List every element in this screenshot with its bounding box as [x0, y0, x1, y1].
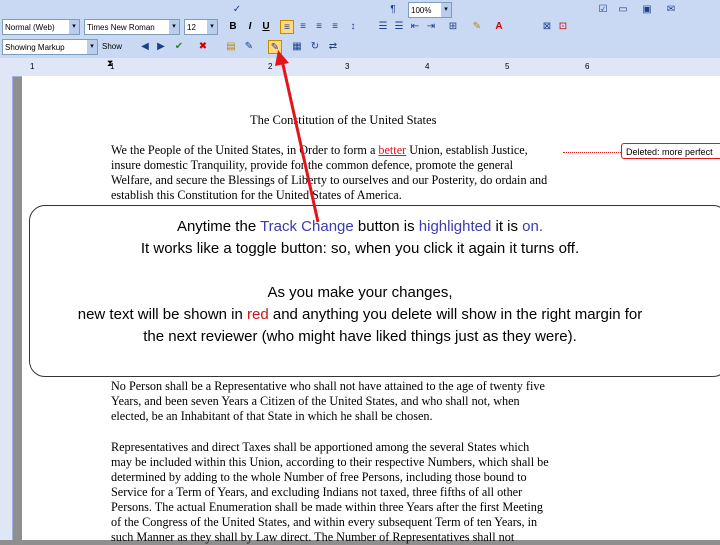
- size-combo[interactable]: 12 ▾: [184, 19, 218, 35]
- font-combo[interactable]: Times New Roman ▾: [84, 19, 180, 35]
- horizontal-ruler[interactable]: 1 1 2 3 4 5 6 ⧗: [0, 58, 720, 77]
- reviewing-toolbar: Showing Markup ▾ Show ◀ ▶ ✔ ✖ ▤ ✎ ✎ ▦ ↻ ⇄: [0, 36, 720, 59]
- callout-line: new text will be shown in red and anythi…: [0, 306, 720, 324]
- chevron-down-icon[interactable]: ▾: [441, 3, 451, 17]
- indent-marker-icon[interactable]: ⧗: [107, 58, 113, 69]
- text-run: on.: [522, 218, 544, 235]
- section-line: of the Congress of the United States, an…: [111, 515, 538, 529]
- ruler-mark: 6: [585, 62, 590, 71]
- size-combo-value: 12: [187, 23, 196, 32]
- section-line: determined by adding to the whole Number…: [111, 470, 527, 484]
- preamble-line: establish this Constitution for the Unit…: [111, 188, 402, 202]
- spelling-icon[interactable]: ✓: [230, 3, 244, 17]
- style-combo-value: Normal (Web): [5, 23, 55, 32]
- ruler-mark: 3: [345, 62, 350, 71]
- font-combo-value: Times New Roman: [87, 23, 155, 32]
- section-line: Service for a Term of Years, and excludi…: [111, 485, 523, 499]
- zoom-combo-value: 100%: [411, 6, 432, 15]
- ruler-mark: 4: [425, 62, 430, 71]
- deletion-connector: [563, 152, 621, 153]
- italic-icon[interactable]: I: [243, 20, 257, 34]
- text-run: Anytime the: [176, 218, 261, 235]
- text-run: Union, establish Justice,: [406, 143, 528, 157]
- display-for-review-combo[interactable]: Showing Markup ▾: [2, 39, 98, 55]
- new-comment-icon[interactable]: ▤: [224, 40, 238, 54]
- text-run: and anything you delete will show in the…: [268, 306, 643, 323]
- previous-change-icon[interactable]: ◀: [138, 40, 152, 54]
- callout-line: As you make your changes,: [267, 284, 453, 301]
- inserted-text: better: [378, 143, 407, 157]
- pilcrow-icon[interactable]: ¶: [386, 3, 400, 17]
- underline-icon[interactable]: U: [259, 20, 273, 34]
- balloon-label: Deleted:: [626, 147, 660, 157]
- display-combo-value: Showing Markup: [5, 43, 65, 52]
- mail-icon[interactable]: ✉: [664, 3, 678, 17]
- ruler-mark: 1: [30, 62, 35, 71]
- align-right-icon[interactable]: ≡: [312, 20, 326, 34]
- show-button[interactable]: Show: [102, 39, 122, 55]
- chevron-down-icon[interactable]: ▾: [69, 20, 79, 34]
- folder-icon[interactable]: ▭: [616, 3, 630, 17]
- border-icon[interactable]: ⊞: [446, 20, 460, 34]
- section-line: such Manner as they shall by Law direct.…: [111, 530, 515, 544]
- document-title: The Constitution of the United States: [250, 113, 437, 127]
- pdf-icon[interactable]: ⊡: [556, 20, 570, 34]
- font-color-icon[interactable]: A: [492, 20, 506, 34]
- balloon-text: more perfect: [662, 147, 713, 157]
- window-icon[interactable]: ▣: [640, 3, 654, 17]
- bullets-icon[interactable]: ☰: [392, 20, 406, 34]
- next-change-icon[interactable]: ▶: [154, 40, 168, 54]
- text-run: highlighted: [418, 218, 492, 235]
- zoom-combo[interactable]: 100% ▾: [408, 2, 452, 18]
- preamble-line: insure domestic Tranquility, provide for…: [111, 158, 513, 172]
- section-line: Persons. The actual Enumeration shall be…: [111, 500, 543, 514]
- send-icon[interactable]: ↻: [308, 40, 322, 54]
- section-line: elected, be an Inhabitant of that State …: [111, 409, 433, 423]
- deletion-balloon[interactable]: Deleted: more perfect: [621, 143, 720, 159]
- justify-icon[interactable]: ≡: [328, 20, 342, 34]
- text-run: red: [247, 306, 269, 323]
- text-run: new text will be shown in: [77, 306, 247, 323]
- section-line: No Person shall be a Representative who …: [111, 379, 545, 393]
- outdent-icon[interactable]: ⇤: [408, 20, 422, 34]
- callout-line: the next reviewer (who might have liked …: [143, 328, 577, 345]
- text-run: button is: [353, 218, 419, 235]
- chevron-down-icon[interactable]: ▾: [207, 20, 217, 34]
- highlight-icon[interactable]: ✎: [470, 20, 484, 34]
- line-spacing-icon[interactable]: ↕: [346, 20, 360, 34]
- highlight-icon[interactable]: ✎: [242, 40, 256, 54]
- callout-line: It works like a toggle button: so, when …: [140, 240, 580, 257]
- chevron-down-icon[interactable]: ▾: [87, 40, 97, 54]
- callout-line: Anytime the Track Change button is highl…: [0, 218, 720, 236]
- section-line: Representatives and direct Taxes shall b…: [111, 440, 530, 454]
- text-run: it is: [491, 218, 523, 235]
- acrobat-icon[interactable]: ⊠: [540, 20, 554, 34]
- checkbox-icon[interactable]: ☑: [596, 3, 610, 17]
- preamble-line: We the People of the United States, in O…: [111, 143, 528, 158]
- section-line: may be included within this Union, accor…: [111, 455, 549, 469]
- section-line: Years, and been seven Years a Citizen of…: [111, 394, 520, 408]
- text-run: Track Change: [260, 218, 354, 235]
- compare-icon[interactable]: ⇄: [326, 40, 340, 54]
- numbering-icon[interactable]: ☰: [376, 20, 390, 34]
- bold-icon[interactable]: B: [226, 20, 240, 34]
- ruler-mark: 2: [268, 62, 273, 71]
- ruler-mark: 5: [505, 62, 510, 71]
- style-combo[interactable]: Normal (Web) ▾: [2, 19, 80, 35]
- chevron-down-icon[interactable]: ▾: [169, 20, 179, 34]
- reject-change-icon[interactable]: ✖: [196, 40, 210, 54]
- reviewing-pane-icon[interactable]: ▦: [290, 40, 304, 54]
- indent-icon[interactable]: ⇥: [424, 20, 438, 34]
- formatting-toolbar: Normal (Web) ▾ Times New Roman ▾ 12 ▾ B I U…: [0, 0, 720, 37]
- align-left-icon[interactable]: ≡: [280, 20, 294, 34]
- accept-change-icon[interactable]: ✔: [172, 40, 186, 54]
- align-center-icon[interactable]: ≡: [296, 20, 310, 34]
- text-run: We the People of the United States, in O…: [111, 143, 379, 157]
- track-changes-icon[interactable]: ✎: [268, 40, 282, 54]
- preamble-line: Welfare, and secure the Blessings of Lib…: [111, 173, 548, 187]
